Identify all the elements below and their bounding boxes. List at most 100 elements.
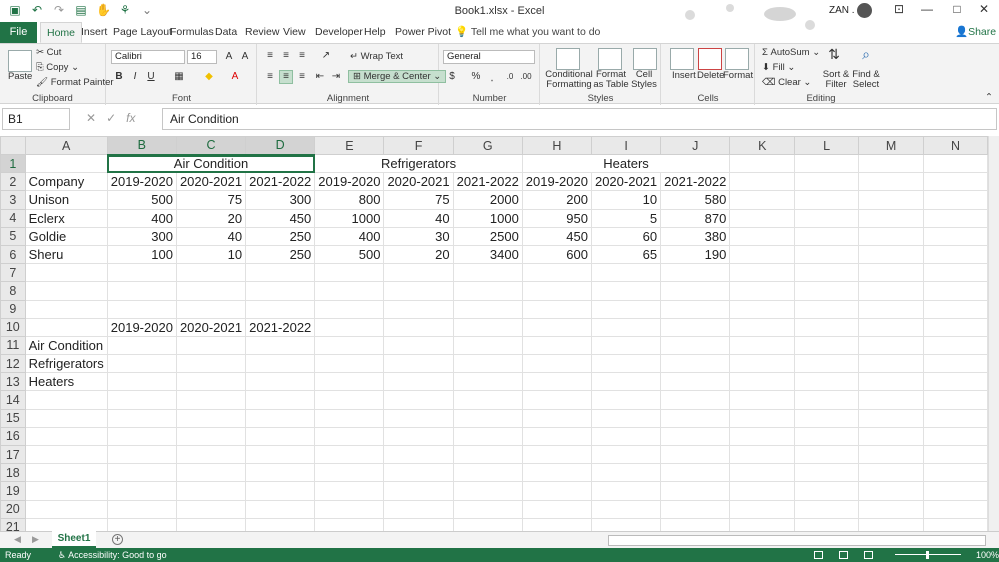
cell[interactable] [106, 354, 177, 374]
cell[interactable] [660, 499, 731, 519]
cell[interactable]: 75 [175, 190, 247, 210]
cut-button[interactable]: ✂ Cut [36, 47, 61, 58]
cell[interactable] [245, 281, 316, 301]
cell[interactable] [24, 153, 108, 174]
zoom-slider-thumb[interactable] [926, 551, 929, 559]
cell[interactable] [858, 426, 925, 447]
cell[interactable] [314, 499, 385, 519]
cell[interactable] [923, 372, 988, 392]
cell[interactable]: 30 [383, 226, 454, 246]
cell[interactable] [923, 354, 988, 374]
cell[interactable] [314, 299, 385, 319]
cell[interactable]: 60 [590, 226, 662, 246]
cell[interactable]: 1000 [314, 208, 385, 228]
save-icon[interactable]: ▣ [8, 3, 22, 17]
cell[interactable] [245, 463, 316, 483]
cell[interactable] [794, 208, 860, 228]
tab-power-pivot[interactable]: Power Pivot [395, 22, 451, 43]
delete-cells-icon[interactable] [698, 48, 722, 70]
cell[interactable] [794, 517, 860, 531]
cell[interactable] [452, 281, 523, 301]
cell[interactable] [794, 190, 860, 210]
column-header[interactable]: M [858, 136, 925, 155]
cell[interactable] [590, 390, 662, 410]
cell[interactable]: 600 [521, 244, 592, 265]
cell[interactable] [452, 317, 523, 337]
cell[interactable] [106, 390, 177, 410]
merge-center-button[interactable]: ⊞ Merge & Center ⌄ [348, 70, 447, 83]
cell[interactable]: 2021-2022 [245, 317, 316, 337]
cell[interactable]: 450 [521, 226, 592, 246]
cell[interactable] [794, 281, 860, 301]
cell[interactable] [452, 463, 523, 483]
align-top-icon[interactable]: ≡ [264, 50, 276, 62]
cell[interactable] [452, 444, 523, 465]
cell[interactable]: 20 [175, 208, 247, 228]
cell[interactable]: 3400 [452, 244, 523, 265]
cell[interactable] [175, 354, 247, 374]
column-header[interactable]: G [452, 136, 523, 155]
sort-filter-button[interactable]: Sort & Filter [821, 70, 851, 90]
merged-header-cell[interactable]: Air Condition [106, 153, 316, 174]
cell[interactable] [521, 372, 592, 392]
cell[interactable] [923, 390, 988, 410]
cell[interactable]: 10 [175, 244, 247, 265]
cell[interactable] [521, 317, 592, 337]
cell[interactable] [521, 354, 592, 374]
row-header[interactable]: 4 [0, 208, 26, 228]
tab-review[interactable]: Review [245, 22, 279, 43]
row-header[interactable]: 19 [0, 481, 26, 501]
cell[interactable] [314, 263, 385, 283]
cell[interactable]: Company [24, 172, 108, 192]
cell[interactable] [175, 481, 247, 501]
cell[interactable] [794, 299, 860, 319]
cell[interactable] [660, 408, 731, 428]
scroll-left-icon[interactable]: ◀ [14, 534, 21, 545]
cell[interactable] [590, 317, 662, 337]
cell[interactable] [383, 299, 454, 319]
cell-styles-button[interactable]: Cell Styles [629, 70, 659, 90]
merged-header-cell[interactable]: Heaters [521, 153, 731, 174]
column-header[interactable]: E [314, 136, 385, 155]
share-workbook-icon[interactable]: ⚘ [118, 3, 132, 17]
cell[interactable] [858, 517, 925, 531]
insert-cells-icon[interactable] [670, 48, 694, 70]
decrease-decimal-icon[interactable]: .00 [520, 71, 532, 83]
cell[interactable] [729, 463, 796, 483]
row-header[interactable]: 18 [0, 463, 26, 483]
align-right-icon[interactable]: ≡ [296, 71, 308, 83]
cell[interactable] [383, 408, 454, 428]
cell[interactable] [521, 263, 592, 283]
cell[interactable] [452, 499, 523, 519]
cell[interactable] [314, 317, 385, 337]
cell[interactable] [923, 317, 988, 337]
italic-button[interactable]: I [129, 71, 141, 83]
cell[interactable] [24, 499, 108, 519]
cell[interactable] [858, 390, 925, 410]
conditional-formatting-icon[interactable] [556, 48, 580, 70]
cancel-icon[interactable]: ✕ [86, 111, 96, 125]
cell[interactable] [24, 281, 108, 301]
cell[interactable] [590, 481, 662, 501]
cell[interactable] [383, 281, 454, 301]
cell[interactable] [383, 499, 454, 519]
cell[interactable]: 2019-2020 [314, 172, 385, 192]
cell[interactable] [383, 335, 454, 356]
cell[interactable] [794, 226, 860, 246]
ribbon-display-options-icon[interactable]: ⊡ [892, 2, 906, 18]
cell[interactable] [729, 335, 796, 356]
cell[interactable] [590, 517, 662, 531]
enter-icon[interactable]: ✓ [106, 111, 116, 125]
cell[interactable] [383, 463, 454, 483]
cell[interactable] [452, 335, 523, 356]
cell[interactable] [175, 263, 247, 283]
cell[interactable] [729, 263, 796, 283]
cell[interactable] [729, 208, 796, 228]
copy-button[interactable]: ⎘ Copy ⌄ [36, 62, 79, 73]
cell[interactable] [923, 408, 988, 428]
cell[interactable] [858, 444, 925, 465]
cell[interactable] [314, 281, 385, 301]
cell-styles-icon[interactable] [633, 48, 657, 70]
cell[interactable]: 2020-2021 [175, 317, 247, 337]
cell[interactable] [858, 281, 925, 301]
